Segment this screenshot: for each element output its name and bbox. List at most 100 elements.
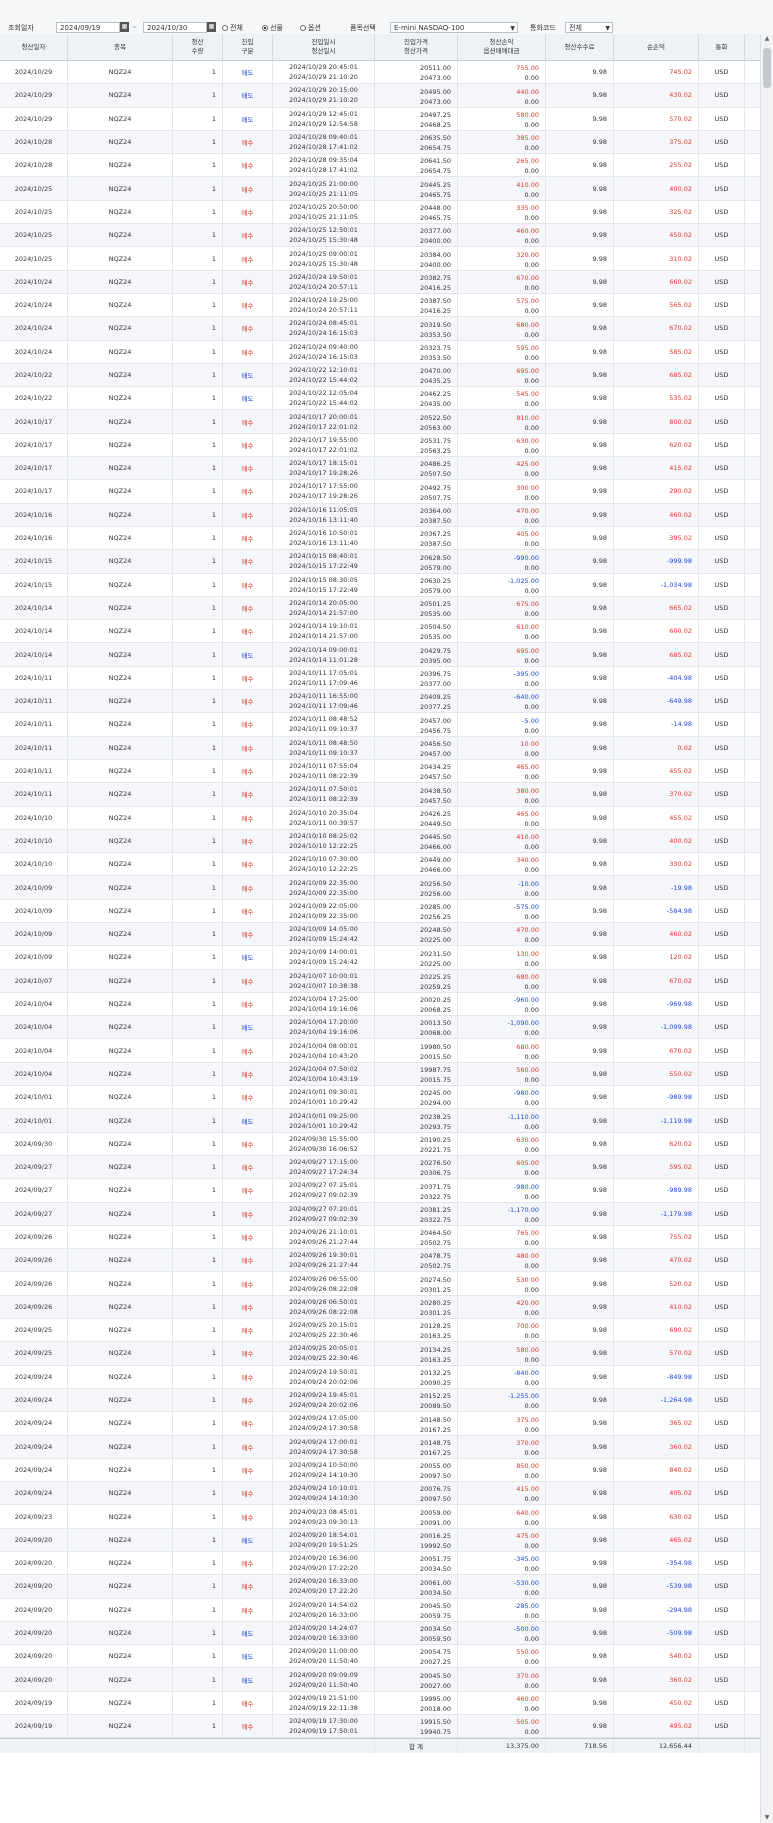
table-row[interactable]: 2024/10/14 NQZ24 1 매수 2024/10/14 19:10:01 202…: [0, 620, 760, 644]
scroll-thumb[interactable]: [763, 48, 771, 88]
table-row[interactable]: 2024/10/15 NQZ24 1 매수 2024/10/15 08:40:01 202…: [0, 550, 760, 574]
scroll-up-icon[interactable]: ▲: [761, 34, 773, 44]
table-row[interactable]: 2024/10/11 NQZ24 1 매수 2024/10/11 07:55:04 202…: [0, 759, 760, 784]
radio-futures[interactable]: 선물: [262, 22, 283, 33]
table-row[interactable]: 2024/09/19 NQZ24 1 매수 2024/09/19 21:51:00 202…: [0, 1691, 760, 1716]
table-row[interactable]: 2024/10/24 NQZ24 1 매수 2024/10/24 19:25:00 202…: [0, 293, 760, 318]
table-row[interactable]: 2024/09/19 NQZ24 1 매수 2024/09/19 17:30:00 202…: [0, 1715, 760, 1739]
table-row[interactable]: 2024/09/25 NQZ24 1 매수 2024/09/25 20:15:01 202…: [0, 1319, 760, 1343]
table-row[interactable]: 2024/10/24 NQZ24 1 매수 2024/10/24 08:45:01 202…: [0, 317, 760, 341]
table-row[interactable]: 2024/10/22 NQZ24 1 매도 2024/10/22 12:05:04 202…: [0, 387, 760, 411]
col-pnl[interactable]: 청산손익 옵션매매대금: [458, 34, 546, 60]
table-row[interactable]: 2024/09/26 NQZ24 1 매수 2024/09/26 19:30:01 202…: [0, 1249, 760, 1273]
price-cell-text: 20377.00: [419, 227, 451, 236]
table-row[interactable]: 2024/09/24 NQZ24 1 매수 2024/09/24 19:50:01 202…: [0, 1365, 760, 1389]
table-row[interactable]: 2024/09/24 NQZ24 1 매수 2024/09/24 19:45:01 202…: [0, 1388, 760, 1413]
table-row[interactable]: 2024/10/01 NQZ24 1 매수 2024/10/01 09:30:01 202…: [0, 1086, 760, 1110]
col-net[interactable]: 순손익: [614, 34, 699, 60]
table-row[interactable]: 2024/10/10 NQZ24 1 매수 2024/10/10 20:35:04 202…: [0, 806, 760, 830]
table-row[interactable]: 2024/10/16 NQZ24 1 매수 2024/10/16 10:50:01 202…: [0, 526, 760, 551]
table-row[interactable]: 2024/09/20 NQZ24 1 매도 2024/09/20 14:24:07 202…: [0, 1621, 760, 1646]
table-row[interactable]: 2024/10/10 NQZ24 1 매수 2024/10/10 07:30:00 202…: [0, 853, 760, 877]
table-row[interactable]: 2024/10/10 NQZ24 1 매수 2024/10/10 08:25:02 202…: [0, 829, 760, 854]
table-row[interactable]: 2024/10/09 NQZ24 1 매수 2024/10/09 14:05:00 202…: [0, 922, 760, 947]
table-row[interactable]: 2024/09/26 NQZ24 1 매수 2024/09/26 06:50:01 202…: [0, 1295, 760, 1320]
table-row[interactable]: 2024/10/09 NQZ24 1 매수 2024/10/09 22:35:00 202…: [0, 876, 760, 900]
col-symbol[interactable]: 종목: [68, 34, 173, 60]
calendar-icon[interactable]: ▦: [120, 22, 129, 32]
calendar-icon[interactable]: ▦: [207, 22, 216, 32]
table-row[interactable]: 2024/10/22 NQZ24 1 매도 2024/10/22 12:10:01 202…: [0, 363, 760, 388]
table-row[interactable]: 2024/09/26 NQZ24 1 매수 2024/09/26 21:10:01 202…: [0, 1225, 760, 1250]
table-row[interactable]: 2024/10/25 NQZ24 1 매수 2024/10/25 21:00:00 202…: [0, 177, 760, 201]
table-row[interactable]: 2024/10/25 NQZ24 1 매수 2024/10/25 09:00:01 202…: [0, 247, 760, 271]
table-row[interactable]: 2024/09/24 NQZ24 1 매수 2024/09/24 10:10:01 202…: [0, 1482, 760, 1506]
currency-select[interactable]: 전체 ▼: [565, 22, 613, 33]
fee-cell-text: 9.98: [592, 1629, 607, 1638]
col-price[interactable]: 진입가격 청산가격: [375, 34, 458, 60]
table-row[interactable]: 2024/09/27 NQZ24 1 매수 2024/09/27 07:20:01 202…: [0, 1202, 760, 1226]
table-row[interactable]: 2024/09/20 NQZ24 1 매수 2024/09/20 16:36:00 202…: [0, 1552, 760, 1576]
col-side[interactable]: 진입 구분: [223, 34, 273, 60]
table-row[interactable]: 2024/09/20 NQZ24 1 매도 2024/09/20 09:09:09 202…: [0, 1668, 760, 1692]
col-qty[interactable]: 청산 수량: [173, 34, 223, 60]
table-row[interactable]: 2024/10/17 NQZ24 1 매수 2024/10/17 19:55:00 202…: [0, 433, 760, 458]
table-row[interactable]: 2024/10/11 NQZ24 1 매수 2024/10/11 16:55:00 202…: [0, 690, 760, 714]
side-cell-text: 매수: [241, 139, 254, 148]
table-row[interactable]: 2024/10/04 NQZ24 1 매도 2024/10/04 17:20:00 202…: [0, 1016, 760, 1040]
table-row[interactable]: 2024/10/01 NQZ24 1 매도 2024/10/01 09:25:00 202…: [0, 1109, 760, 1133]
col-currency[interactable]: 통화: [699, 34, 745, 60]
scroll-down-icon[interactable]: ▼: [761, 1813, 773, 1823]
table-row[interactable]: 2024/10/11 NQZ24 1 매수 2024/10/11 17:05:01 202…: [0, 666, 760, 691]
table-row[interactable]: 2024/10/24 NQZ24 1 매수 2024/10/24 19:50:01 202…: [0, 270, 760, 294]
radio-options[interactable]: 옵션: [300, 22, 321, 33]
table-row[interactable]: 2024/10/14 NQZ24 1 매도 2024/10/14 09:00:01 202…: [0, 643, 760, 667]
col-fee[interactable]: 청산수수료: [546, 34, 614, 60]
table-row[interactable]: 2024/09/30 NQZ24 1 매수 2024/09/30 15:55:00 202…: [0, 1132, 760, 1156]
table-row[interactable]: 2024/09/24 NQZ24 1 매수 2024/09/24 17:05:00 202…: [0, 1412, 760, 1436]
col-datetime[interactable]: 진입일시 청산일시: [273, 34, 375, 60]
table-row[interactable]: 2024/10/24 NQZ24 1 매수 2024/10/24 09:40:00 202…: [0, 340, 760, 364]
table-row[interactable]: 2024/10/11 NQZ24 1 매수 2024/10/11 08:48:52 202…: [0, 713, 760, 737]
fee-cell-text: 9.98: [592, 720, 607, 729]
col-settle-date[interactable]: 청산일자: [0, 34, 68, 60]
table-row[interactable]: 2024/10/28 NQZ24 1 매수 2024/10/28 09:40:01 202…: [0, 130, 760, 155]
table-row[interactable]: 2024/10/11 NQZ24 1 매수 2024/10/11 07:50:01 202…: [0, 783, 760, 807]
table-row[interactable]: 2024/09/20 NQZ24 1 매도 2024/09/20 11:00:00 202…: [0, 1645, 760, 1669]
table-row[interactable]: 2024/10/17 NQZ24 1 매수 2024/10/17 20:00:01 202…: [0, 410, 760, 434]
table-row[interactable]: 2024/10/04 NQZ24 1 매수 2024/10/04 07:50:02 202…: [0, 1062, 760, 1087]
table-row[interactable]: 2024/10/29 NQZ24 1 매도 2024/10/29 20:15:00 202…: [0, 84, 760, 108]
table-row[interactable]: 2024/10/25 NQZ24 1 매수 2024/10/25 12:50:01 202…: [0, 224, 760, 248]
table-row[interactable]: 2024/09/20 NQZ24 1 매수 2024/09/20 14:54:02 202…: [0, 1598, 760, 1622]
table-row[interactable]: 2024/10/25 NQZ24 1 매수 2024/10/25 20:50:00 202…: [0, 200, 760, 225]
table-row[interactable]: 2024/10/16 NQZ24 1 매수 2024/10/16 11:05:05 202…: [0, 503, 760, 527]
table-row[interactable]: 2024/10/09 NQZ24 1 매도 2024/10/09 14:00:01 202…: [0, 946, 760, 970]
table-row[interactable]: 2024/10/29 NQZ24 1 매도 2024/10/29 12:45:01 202…: [0, 107, 760, 131]
table-row[interactable]: 2024/10/17 NQZ24 1 매수 2024/10/17 18:15:01 202…: [0, 457, 760, 481]
product-select[interactable]: E-mini NASDAQ-100 ▼: [390, 22, 518, 33]
table-row[interactable]: 2024/10/07 NQZ24 1 매수 2024/10/07 10:00:01 202…: [0, 969, 760, 993]
table-row[interactable]: 2024/09/25 NQZ24 1 매수 2024/09/25 20:05:01 202…: [0, 1342, 760, 1366]
table-row[interactable]: 2024/09/24 NQZ24 1 매수 2024/09/24 10:50:00 202…: [0, 1458, 760, 1483]
table-row[interactable]: 2024/10/15 NQZ24 1 매수 2024/10/15 08:30:05 202…: [0, 573, 760, 597]
table-row[interactable]: 2024/09/27 NQZ24 1 매수 2024/09/27 17:15:00 202…: [0, 1155, 760, 1180]
table-row[interactable]: 2024/10/29 NQZ24 1 매도 2024/10/29 20:45:01 202…: [0, 61, 760, 85]
price-cell-text: 20018.00: [419, 1705, 451, 1714]
vertical-scrollbar[interactable]: ▲ ▼: [760, 34, 773, 1823]
table-row[interactable]: 2024/09/20 NQZ24 1 매도 2024/09/20 18:54:01 202…: [0, 1528, 760, 1552]
table-row[interactable]: 2024/09/24 NQZ24 1 매수 2024/09/24 17:00:01 202…: [0, 1435, 760, 1459]
table-row[interactable]: 2024/10/28 NQZ24 1 매수 2024/10/28 09:35:04 202…: [0, 154, 760, 178]
table-row[interactable]: 2024/10/04 NQZ24 1 매수 2024/10/04 17:25:00 202…: [0, 992, 760, 1017]
table-row[interactable]: 2024/10/09 NQZ24 1 매수 2024/10/09 22:05:00 202…: [0, 899, 760, 923]
table-row[interactable]: 2024/10/17 NQZ24 1 매수 2024/10/17 17:55:00 202…: [0, 480, 760, 504]
table-row[interactable]: 2024/09/27 NQZ24 1 매수 2024/09/27 07:25:01 202…: [0, 1179, 760, 1203]
table-row[interactable]: 2024/09/20 NQZ24 1 매수 2024/09/20 16:33:00 202…: [0, 1575, 760, 1599]
table-row[interactable]: 2024/09/26 NQZ24 1 매수 2024/09/26 06:55:00 202…: [0, 1272, 760, 1296]
radio-all[interactable]: 전체: [222, 22, 243, 33]
date-to-input[interactable]: 2024/10/30: [143, 22, 207, 33]
date-from-input[interactable]: 2024/09/19: [56, 22, 120, 33]
table-row[interactable]: 2024/09/23 NQZ24 1 매수 2024/09/23 08:45:01 202…: [0, 1505, 760, 1529]
table-row[interactable]: 2024/10/04 NQZ24 1 매수 2024/10/04 08:00:01 202…: [0, 1039, 760, 1063]
table-row[interactable]: 2024/10/11 NQZ24 1 매수 2024/10/11 08:48:50 202…: [0, 736, 760, 760]
table-row[interactable]: 2024/10/14 NQZ24 1 매수 2024/10/14 20:05:00 202…: [0, 596, 760, 621]
